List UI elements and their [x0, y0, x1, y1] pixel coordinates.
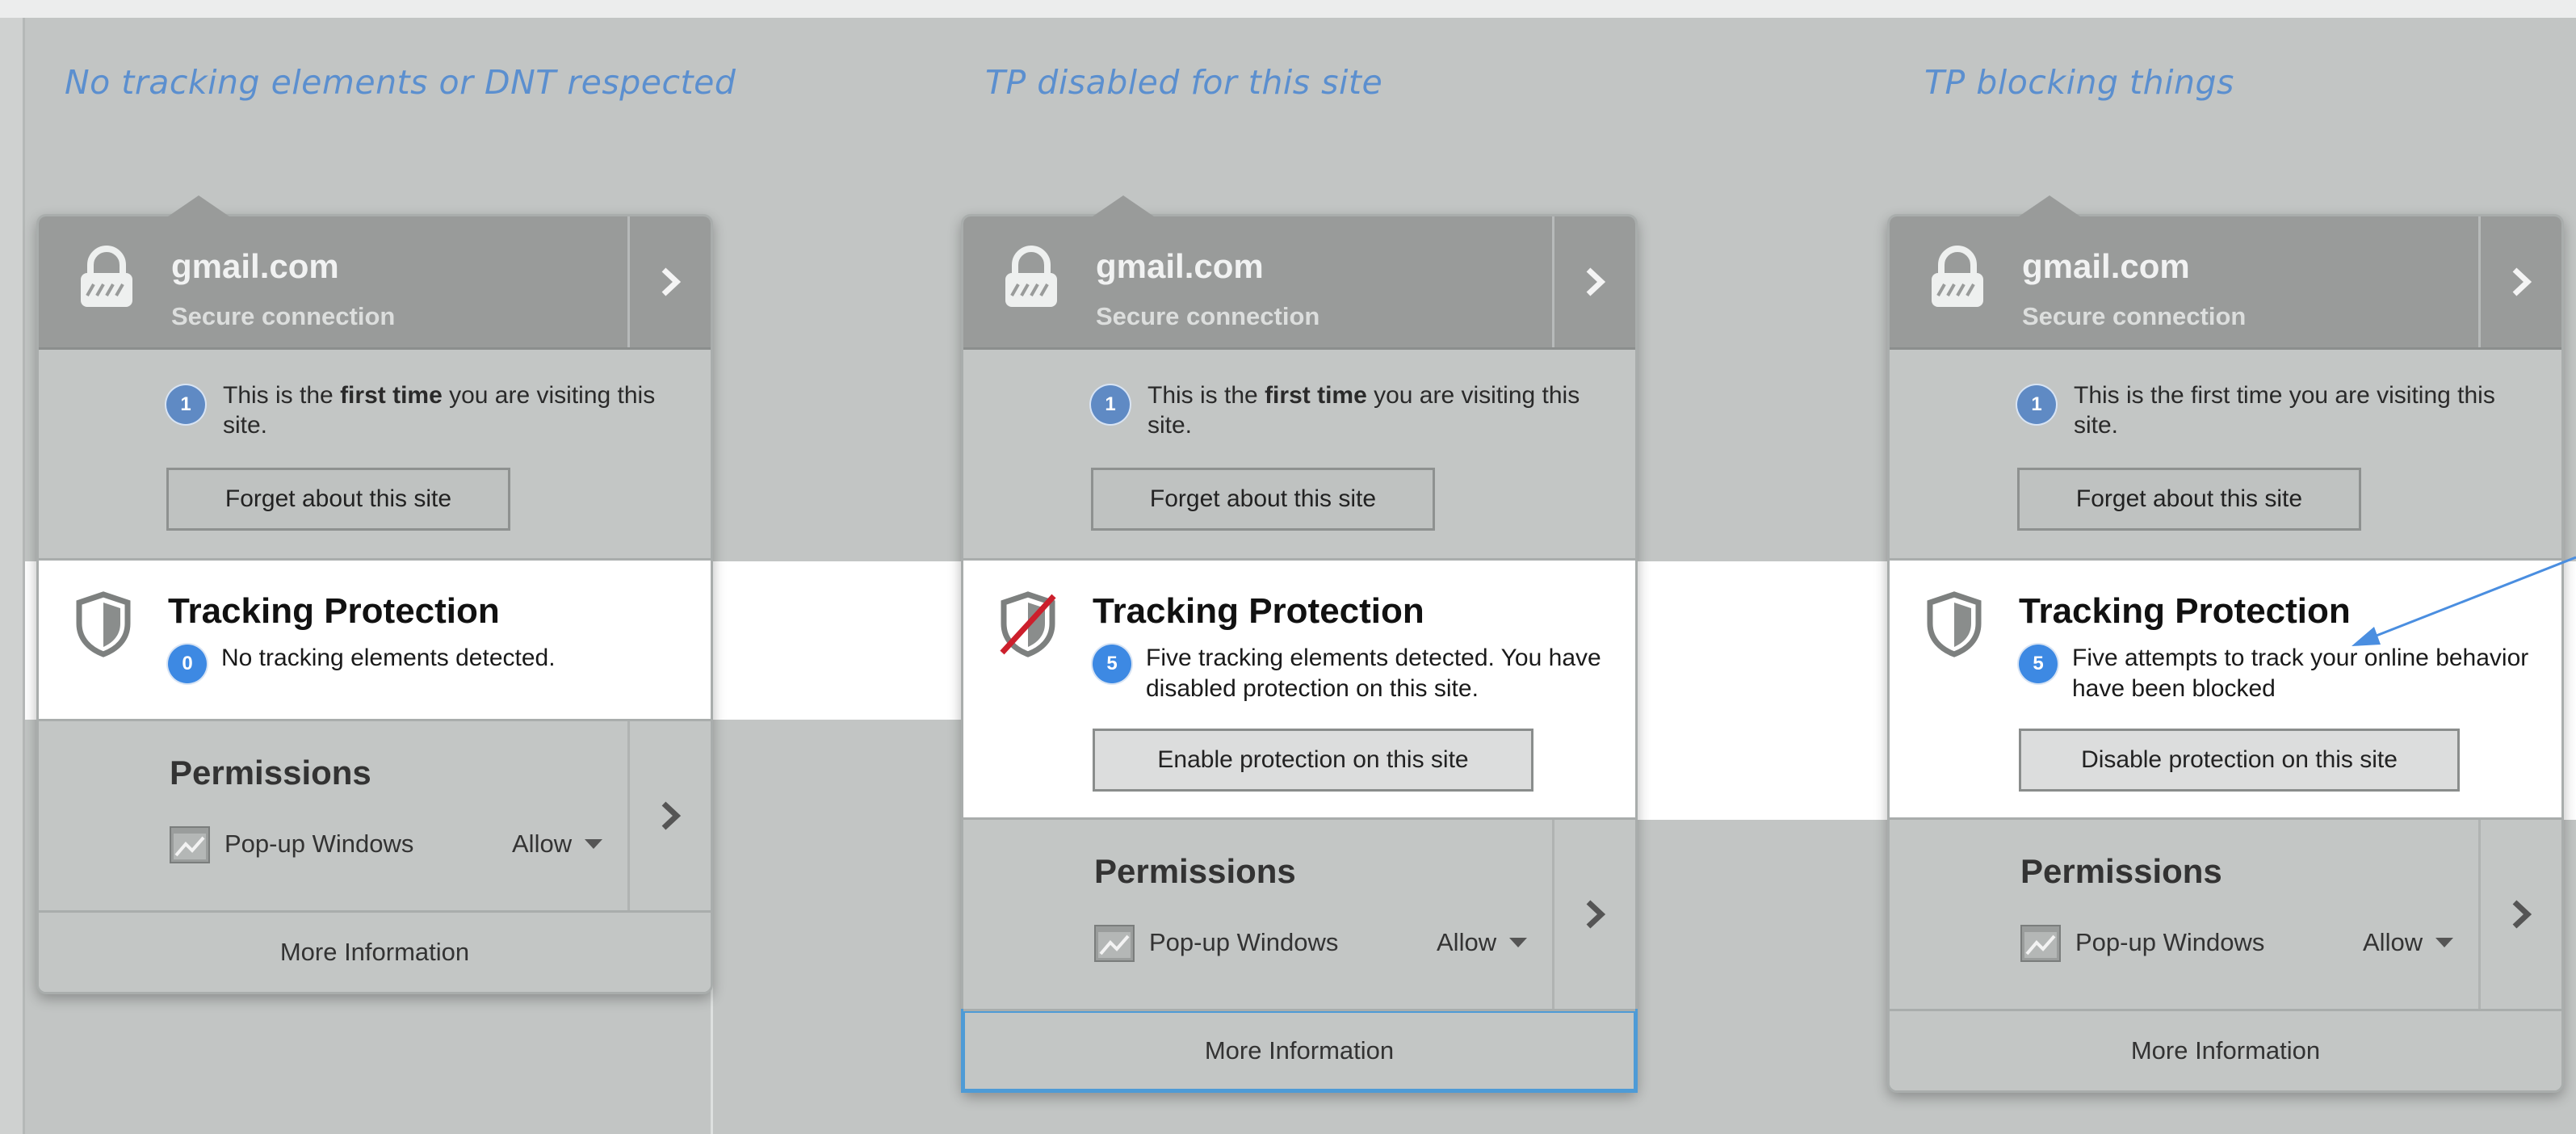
- site-domain: gmail.com: [2022, 247, 2190, 285]
- shield-icon: [76, 591, 131, 657]
- forget-site-button[interactable]: Forget about this site: [2017, 468, 2361, 531]
- chevron-right-icon: [1586, 267, 1606, 296]
- permissions-details-button[interactable]: [627, 721, 711, 910]
- permission-popup-select[interactable]: Allow: [512, 830, 572, 859]
- site-identity-panel-2: gmail.com Secure connection 1 This is th…: [961, 195, 1638, 1093]
- annotation-arrow: [2352, 556, 2576, 646]
- chevron-right-icon: [661, 801, 682, 830]
- shield-icon: [1927, 591, 1982, 657]
- identity-header: gmail.com Secure connection: [1890, 216, 2561, 350]
- identity-header: gmail.com Secure connection: [39, 216, 711, 350]
- site-domain: gmail.com: [1096, 247, 1264, 285]
- permissions-details-button[interactable]: [1552, 820, 1635, 1009]
- left-margin: [0, 18, 23, 1134]
- identity-details-button[interactable]: [627, 216, 711, 347]
- permission-popup-label: Pop-up Windows: [224, 830, 414, 858]
- tracking-protection-section: Tracking Protection 0 No tracking elemen…: [39, 561, 711, 721]
- connection-status: Secure connection: [171, 302, 396, 330]
- enable-protection-button[interactable]: Enable protection on this site: [1093, 729, 1533, 792]
- forget-site-button[interactable]: Forget about this site: [1091, 468, 1435, 531]
- tracking-protection-title: Tracking Protection: [168, 591, 500, 631]
- caption-tp-blocking: TP blocking things: [1924, 63, 2234, 102]
- visit-history-text: This is the first time you are visiting …: [223, 382, 656, 439]
- visit-history-section: 1 This is the first time you are visitin…: [1890, 350, 2561, 561]
- visit-history-text: This is the first time you are visiting …: [2074, 382, 2495, 439]
- forget-site-button[interactable]: Forget about this site: [166, 468, 510, 531]
- tracking-status-text: Five tracking elements detected. You hav…: [1146, 645, 1601, 702]
- panel-pointer: [1093, 195, 1154, 216]
- top-strip: [0, 0, 2576, 18]
- permissions-title: Permissions: [2020, 852, 2222, 890]
- connection-status: Secure connection: [1096, 302, 1320, 330]
- chevron-right-icon: [661, 267, 682, 296]
- visit-history-section: 1 This is the first time you are visitin…: [39, 350, 711, 561]
- tracking-protection-title: Tracking Protection: [1093, 591, 1424, 631]
- permissions-section: Permissions Pop-up Windows Allow: [1890, 820, 2561, 1011]
- permissions-section: Permissions Pop-up Windows Allow: [39, 721, 711, 913]
- visit-count-badge: 1: [166, 385, 205, 424]
- more-information-button[interactable]: More Information: [961, 1009, 1638, 1093]
- disable-protection-button[interactable]: Disable protection on this site: [2019, 729, 2460, 792]
- tracker-count-badge: 5: [2019, 645, 2058, 683]
- permission-popup-select[interactable]: Allow: [1437, 928, 1496, 957]
- popup-window-icon: [1094, 925, 1135, 962]
- lock-icon: [81, 246, 132, 307]
- chevron-right-icon: [2512, 267, 2532, 296]
- permission-popup-label: Pop-up Windows: [2075, 928, 2265, 956]
- popup-window-icon: [170, 826, 210, 863]
- permissions-title: Permissions: [1094, 852, 1296, 890]
- site-identity-panel-1: gmail.com Secure connection 1 This is th…: [36, 195, 713, 994]
- identity-details-button[interactable]: [2478, 216, 2561, 347]
- lock-icon: [1932, 246, 1983, 307]
- chevron-right-icon: [1586, 900, 1606, 929]
- site-domain: gmail.com: [171, 247, 339, 285]
- lock-icon: [1005, 246, 1057, 307]
- permission-popup-select[interactable]: Allow: [2363, 928, 2423, 957]
- visit-count-badge: 1: [2017, 385, 2056, 424]
- tracker-count-badge: 5: [1093, 645, 1131, 683]
- caret-down-icon: [2435, 938, 2453, 947]
- connection-status: Secure connection: [2022, 302, 2247, 330]
- tracking-protection-title: Tracking Protection: [2019, 591, 2351, 631]
- popup-window-icon: [2020, 925, 2061, 962]
- visit-history-section: 1 This is the first time you are visitin…: [963, 350, 1635, 561]
- panel-pointer: [168, 195, 229, 216]
- visit-count-badge: 1: [1091, 385, 1130, 424]
- permissions-details-button[interactable]: [2478, 820, 2561, 1009]
- chevron-right-icon: [2512, 900, 2532, 929]
- identity-details-button[interactable]: [1552, 216, 1635, 347]
- visit-history-text: This is the first time you are visiting …: [1147, 382, 1580, 439]
- caption-no-tracking: No tracking elements or DNT respected: [65, 63, 736, 102]
- permission-popup-label: Pop-up Windows: [1149, 928, 1339, 956]
- more-information-button[interactable]: More Information: [39, 913, 711, 992]
- identity-header: gmail.com Secure connection: [963, 216, 1635, 350]
- panel-pointer: [2019, 195, 2080, 216]
- shield-disabled-icon: [1000, 591, 1056, 657]
- permissions-section: Permissions Pop-up Windows Allow: [963, 820, 1635, 1011]
- caret-down-icon: [585, 839, 602, 849]
- permissions-title: Permissions: [170, 754, 371, 792]
- caret-down-icon: [1509, 938, 1527, 947]
- tracker-count-badge: 0: [168, 645, 207, 683]
- more-information-button[interactable]: More Information: [1890, 1011, 2561, 1090]
- caption-tp-disabled: TP disabled for this site: [985, 63, 1383, 102]
- tracking-protection-section: Tracking Protection 5 Five tracking elem…: [963, 561, 1635, 820]
- tracking-status-text: No tracking elements detected.: [221, 645, 556, 671]
